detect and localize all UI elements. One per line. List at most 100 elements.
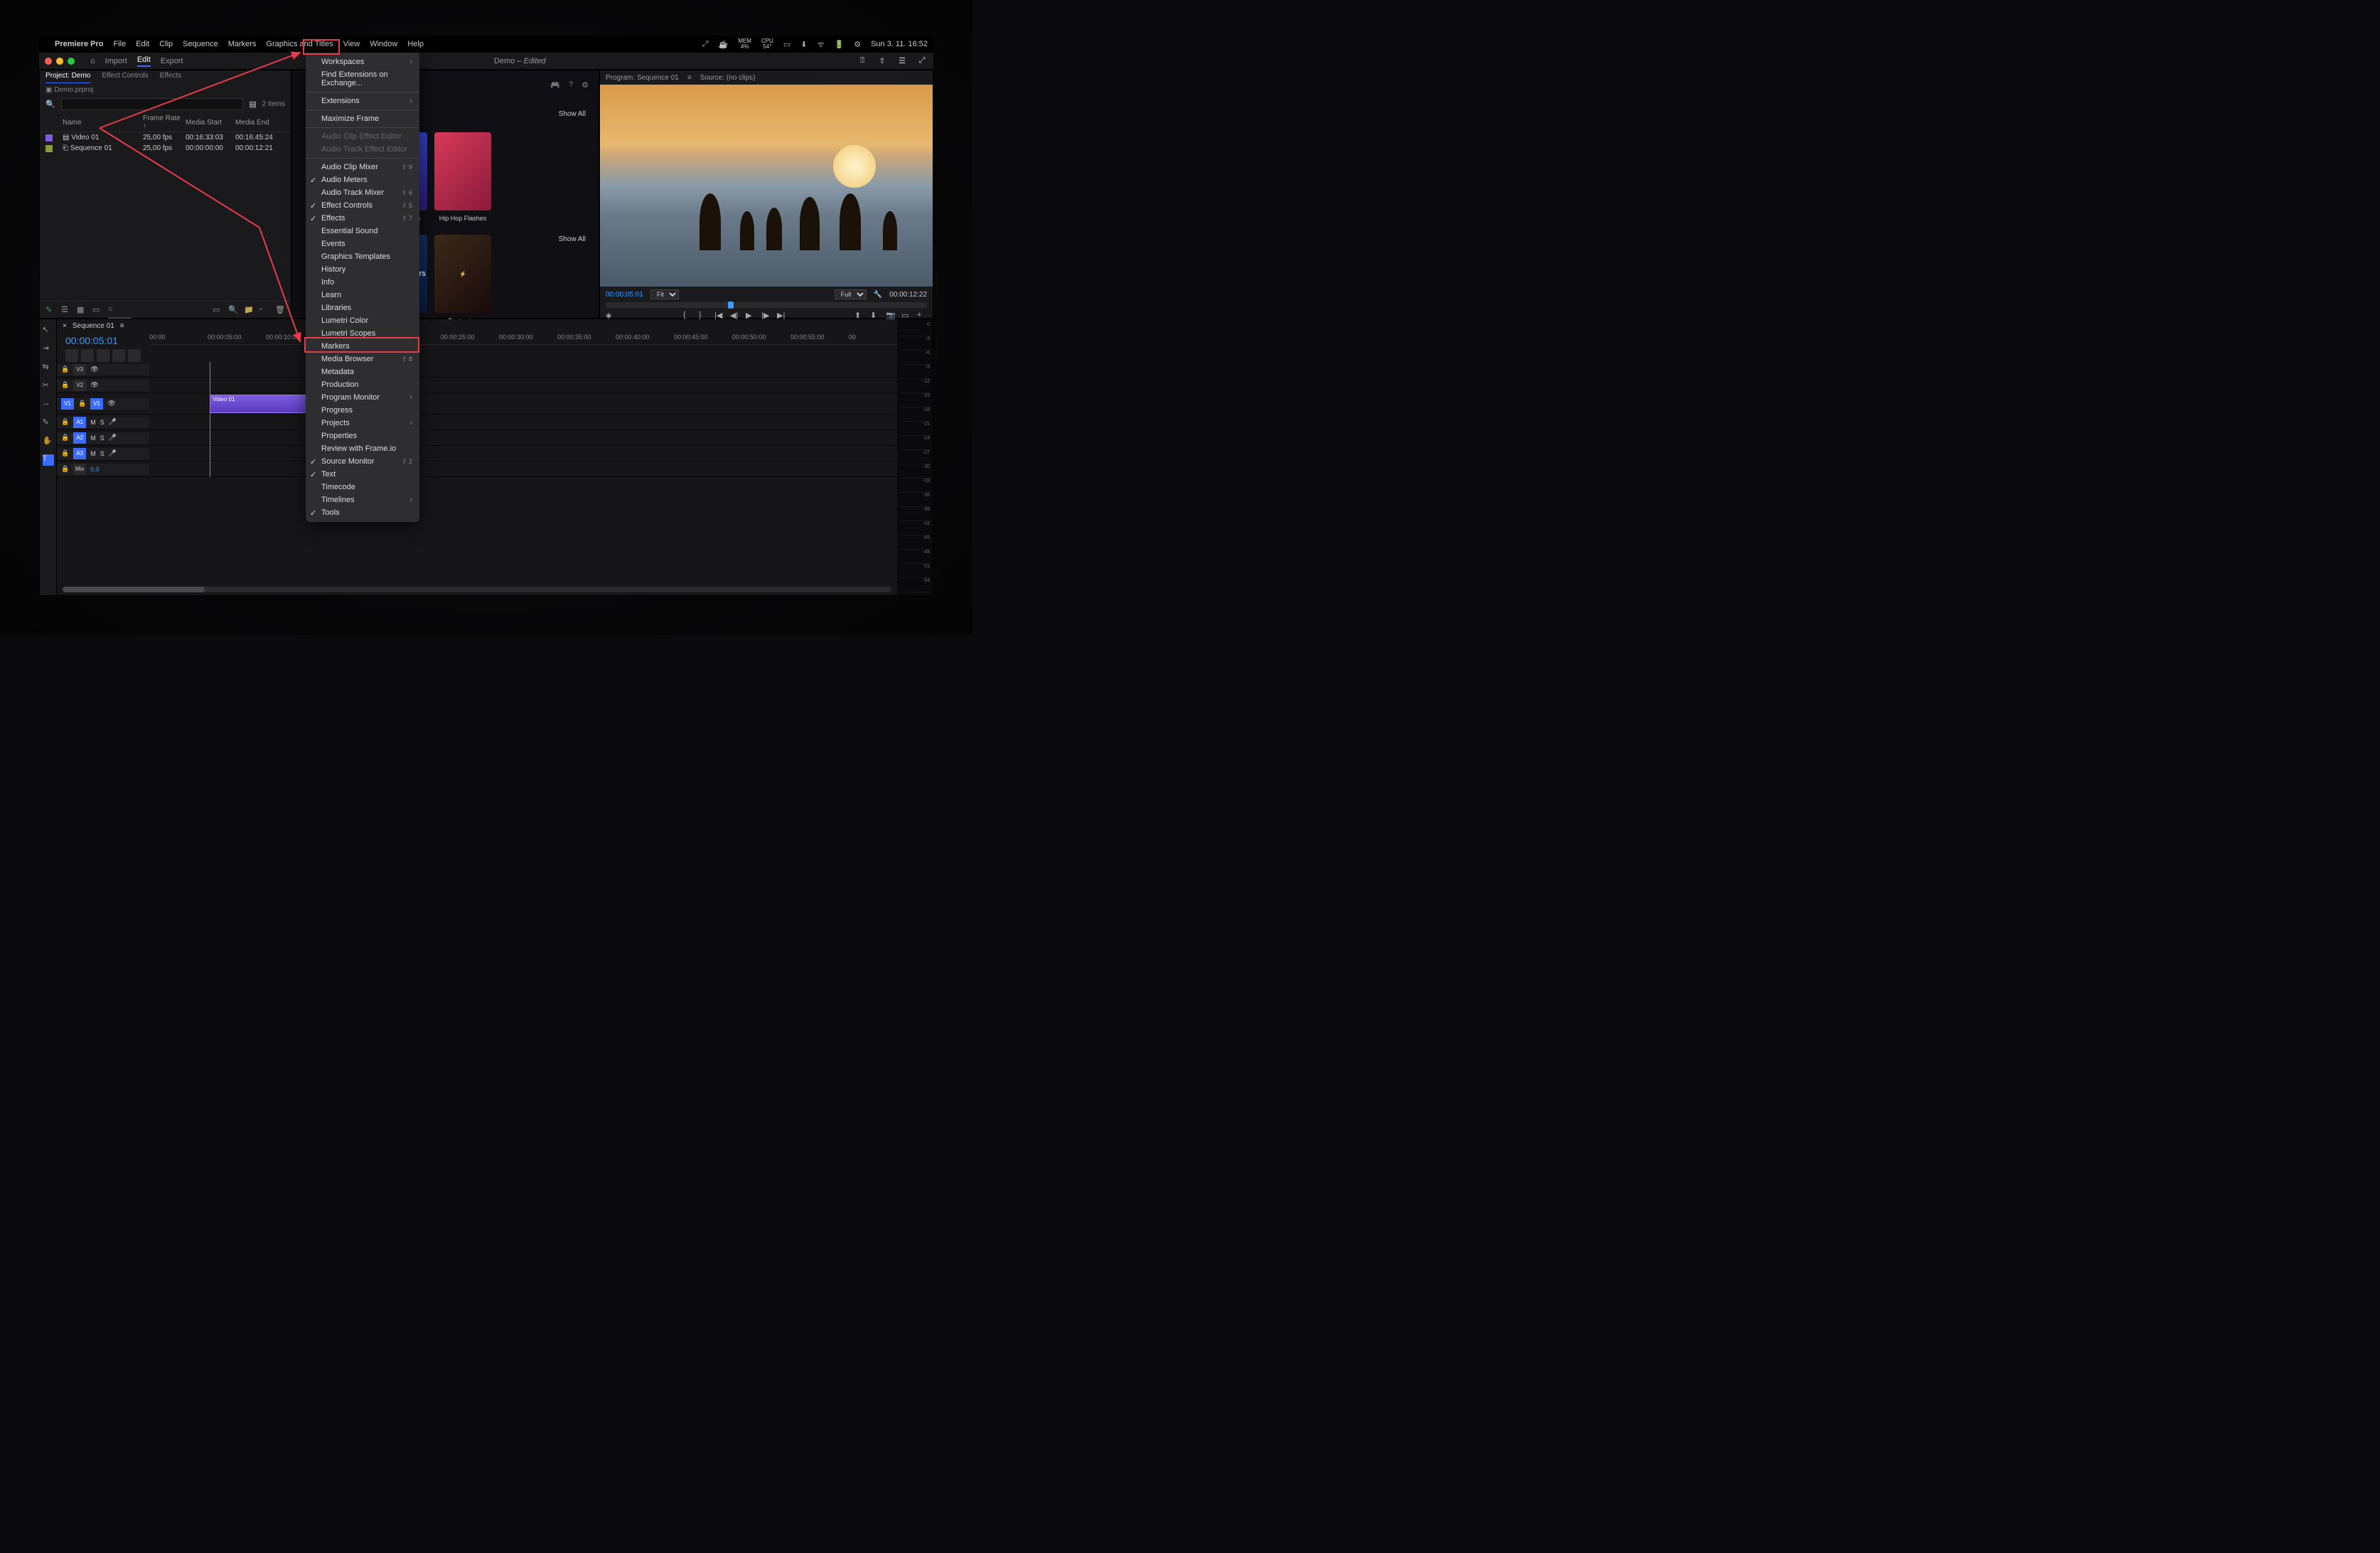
tab-effect-controls[interactable]: Effect Controls [102, 72, 148, 83]
find-icon[interactable]: 🔍 [228, 305, 238, 315]
ws-edit[interactable]: Edit [137, 55, 151, 67]
timeline-ruler[interactable]: 00:0000:00:05:0000:00:10:0000:00:15:0000… [149, 332, 897, 345]
menu-item-projects[interactable]: Projects› [306, 417, 419, 429]
pen-icon[interactable]: ✎ [45, 305, 55, 315]
menu-item-production[interactable]: Production [306, 378, 419, 391]
app-name[interactable]: Premiere Pro [55, 40, 103, 48]
gamepad-icon[interactable]: 🎮 [550, 80, 560, 90]
menu-clip[interactable]: Clip [159, 40, 173, 48]
program-viewer[interactable] [600, 85, 933, 287]
link-icon[interactable] [81, 349, 94, 362]
wifi-icon[interactable]: ᯤ [817, 39, 824, 50]
menu-item-find-extensions-on-exchange-[interactable]: Find Extensions on Exchange... [306, 68, 419, 90]
fullscreen-icon[interactable]: ⤢ [702, 40, 709, 49]
preset-card[interactable]: Hip Hop Flashes [434, 132, 491, 222]
menu-item-timelines[interactable]: Timelines› [306, 493, 419, 506]
screen-icon[interactable]: ▭ [783, 40, 790, 49]
preset-card[interactable]: ⚡Customize [434, 235, 491, 324]
marker-add-icon[interactable] [97, 349, 109, 362]
menu-item-audio-meters[interactable]: ✓Audio Meters [306, 174, 419, 186]
sequence-tab[interactable]: Sequence 01 [73, 322, 114, 330]
timeline-timecode[interactable]: 00:00:05:01 [57, 332, 149, 349]
menu-item-info[interactable]: Info [306, 276, 419, 289]
menu-item-graphics-templates[interactable]: Graphics Templates [306, 250, 419, 263]
datetime[interactable]: Sun 3. 11. 16:52 [871, 40, 928, 48]
workspace-icon[interactable]: ☰ [896, 55, 908, 67]
compare-icon[interactable]: ▭ [901, 311, 911, 321]
menu-item-properties[interactable]: Properties [306, 429, 419, 442]
new-item-icon[interactable]: ▫ [259, 305, 269, 315]
trash-icon[interactable]: 🗑 [275, 305, 285, 315]
menu-item-progress[interactable]: Progress [306, 404, 419, 417]
minimize-icon[interactable] [56, 58, 63, 65]
wrench-tl-icon[interactable] [128, 349, 141, 362]
hand-tool[interactable]: ✋ [43, 436, 54, 447]
quick-export-icon[interactable]: ⍰ [857, 55, 868, 67]
menu-item-workspaces[interactable]: Workspaces› [306, 55, 419, 68]
filter-icon[interactable]: ▤ [249, 100, 256, 109]
track-select-tool[interactable]: ⇥ [43, 343, 54, 355]
menu-item-extensions[interactable]: Extensions› [306, 95, 419, 107]
fit-select[interactable]: Fit [650, 289, 679, 299]
video-track[interactable]: 🔒V3👁 [57, 362, 897, 378]
menu-sequence[interactable]: Sequence [183, 40, 218, 48]
menu-item-text[interactable]: ✓Text [306, 468, 419, 481]
menu-help[interactable]: Help [407, 40, 424, 48]
ws-export[interactable]: Export [161, 57, 183, 65]
menu-item-history[interactable]: History [306, 263, 419, 276]
close-icon[interactable] [45, 58, 52, 65]
project-row[interactable]: ▤ Video 0125,00 fps00:16:33:0300:16:45:2… [40, 132, 291, 143]
video-track[interactable]: 🔒V2👁 [57, 378, 897, 393]
menu-item-maximize-frame[interactable]: Maximize Frame [306, 112, 419, 125]
menu-item-events[interactable]: Events [306, 238, 419, 250]
menu-item-essential-sound[interactable]: Essential Sound [306, 225, 419, 238]
freeform-icon[interactable]: ▭ [92, 305, 102, 315]
icon-view-icon[interactable]: ▦ [77, 305, 87, 315]
menu-item-libraries[interactable]: Libraries [306, 301, 419, 314]
menu-item-learn[interactable]: Learn [306, 289, 419, 301]
menu-view[interactable]: View [343, 40, 360, 48]
help-icon[interactable]: ? [569, 80, 573, 90]
menu-item-program-monitor[interactable]: Program Monitor› [306, 391, 419, 404]
program-timecode[interactable]: 00:00:05:01 [606, 291, 643, 299]
add-btn-icon[interactable]: + [917, 311, 927, 321]
gear-icon[interactable]: ⚙ [581, 80, 589, 90]
wrench-icon[interactable]: 🔧 [874, 291, 882, 299]
menu-item-tools[interactable]: ✓Tools [306, 506, 419, 519]
menu-markers[interactable]: Markers [228, 40, 257, 48]
menu-item-audio-track-mixer[interactable]: Audio Track Mixer⇧ 6 [306, 186, 419, 199]
new-bin-icon[interactable]: 📁 [244, 305, 254, 315]
fullscreen-panel-icon[interactable]: ⤢ [916, 55, 928, 67]
menu-item-metadata[interactable]: Metadata [306, 365, 419, 378]
menu-graphics[interactable]: Graphics and Titles [266, 40, 333, 48]
window-controls[interactable] [45, 58, 75, 65]
pen-tool[interactable]: ✎ [43, 417, 54, 429]
audio-track[interactable]: 🔒A2MS🎤 [57, 430, 897, 446]
coffee-icon[interactable]: ☕ [719, 40, 729, 49]
home-icon[interactable]: ⌂ [90, 57, 95, 65]
menu-file[interactable]: File [113, 40, 126, 48]
settings-icon[interactable] [112, 349, 125, 362]
razor-tool[interactable]: ✂ [43, 380, 54, 392]
ws-import[interactable]: Import [105, 57, 127, 65]
menu-item-audio-clip-mixer[interactable]: Audio Clip Mixer⇧ 9 [306, 161, 419, 174]
program-title[interactable]: Program: Sequence 01 [606, 74, 679, 82]
menu-item-timecode[interactable]: Timecode [306, 481, 419, 493]
menu-edit[interactable]: Edit [136, 40, 149, 48]
dropbox-icon[interactable]: ⬇ [800, 40, 807, 49]
menu-item-media-browser[interactable]: Media Browser⇧ 8 [306, 353, 419, 365]
share-icon[interactable]: ⇧ [877, 55, 888, 67]
ripple-tool[interactable]: ⇆ [43, 362, 54, 373]
show-all-1[interactable]: Show All [559, 110, 586, 118]
program-scrubber[interactable] [606, 302, 927, 308]
menu-item-review-with-frame-io[interactable]: Review with Frame.io [306, 442, 419, 455]
menu-item-source-monitor[interactable]: ✓Source Monitor⇧ 2 [306, 455, 419, 468]
menu-item-effect-controls[interactable]: ✓Effect Controls⇧ 5 [306, 199, 419, 212]
maximize-icon[interactable] [68, 58, 75, 65]
list-view-icon[interactable]: ☰ [61, 305, 71, 315]
video-track[interactable]: V1🔒V1👁Video 01 [57, 393, 897, 415]
zoom-slider[interactable]: ○——— [108, 305, 118, 315]
project-row[interactable]: ⎗ Sequence 0125,00 fps00:00:00:0000:00:1… [40, 143, 291, 154]
search-input[interactable] [61, 98, 244, 110]
selection-tool[interactable]: ↖ [43, 325, 54, 336]
